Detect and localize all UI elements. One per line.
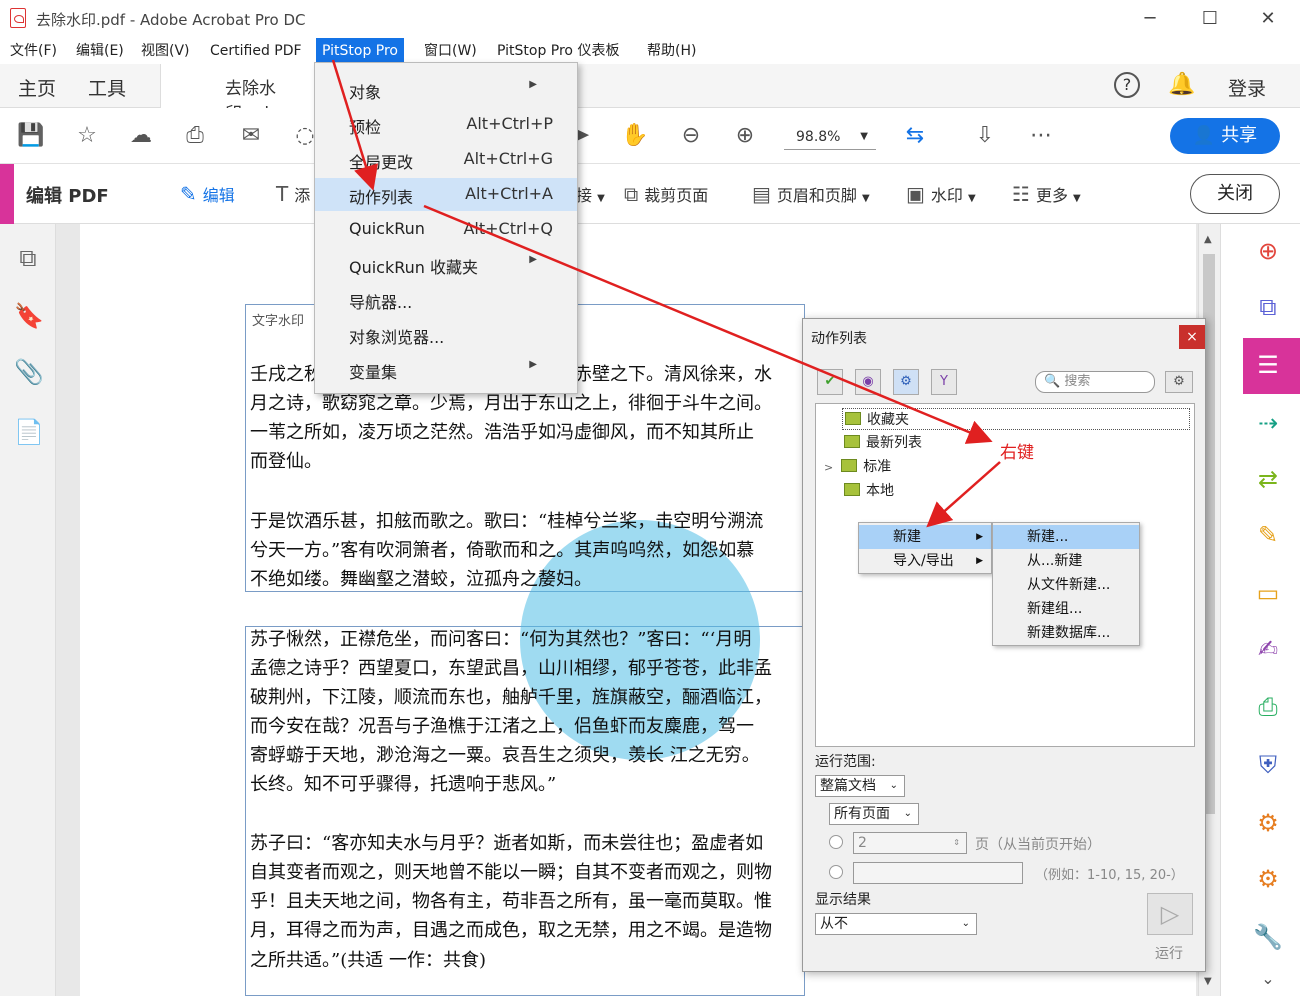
annotation-arrows xyxy=(331,59,1001,528)
right-click-annotation: 右键 xyxy=(1000,443,1034,463)
annotation-arrow xyxy=(926,461,1001,528)
annotation-arrow xyxy=(423,204,993,444)
annotation-arrow xyxy=(331,59,379,191)
